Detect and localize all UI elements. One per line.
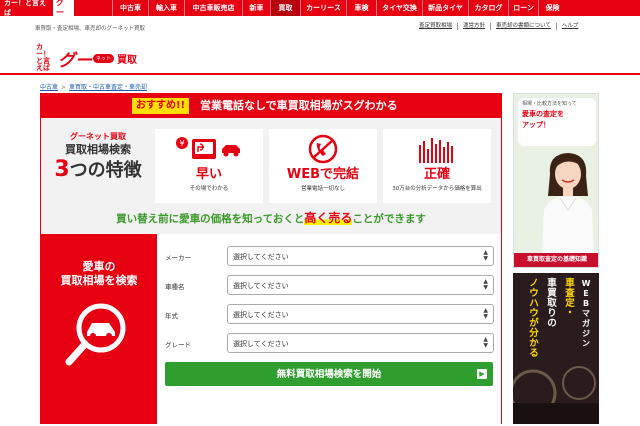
grade-label: グレード	[165, 341, 191, 349]
site-logo[interactable]: カー！と言えば グー	[0, 0, 74, 18]
no-phone-icon	[269, 134, 377, 164]
nav-item-new-car[interactable]: 新車	[242, 0, 270, 16]
feature-card-accurate: 正確 30万台の分析データから価格を算出	[383, 129, 491, 203]
nav-item-tire-change[interactable]: タイヤ交換	[376, 0, 422, 16]
brand-car-text: カー！と言えば	[36, 43, 50, 72]
grade-select[interactable]: 選択してください ▲ ▼	[227, 333, 494, 353]
features-title: グーネット買取 買取相場検索 3つの特徴	[49, 132, 147, 182]
feature-card-web: WEBで完結 営業電話一切なし	[269, 129, 377, 203]
features-title-rest: つの特徴	[69, 160, 142, 181]
grade-select-value: 選択してください	[233, 340, 289, 348]
nav-item-loan[interactable]: ローン	[508, 0, 538, 16]
brand-kaitori-text: 買取	[117, 54, 138, 66]
breadcrumb-used-car[interactable]: 中古車	[40, 84, 58, 91]
goo-net-kaitori-logo[interactable]: カー！と言えば グー ネット 買取	[36, 44, 137, 72]
model-label: 車種名	[165, 283, 185, 291]
sub-header: 車買取・査定相場、車売却のグーネット買取 査定買取相場 運営方針 車売却の書類に…	[0, 16, 640, 38]
feature-web-title: WEBで完結	[286, 167, 360, 182]
woman-illustration	[536, 148, 598, 254]
form-row-grade: グレード 選択してください ▲ ▼	[165, 333, 495, 353]
updown-arrows-icon: ▲ ▼	[483, 278, 488, 291]
nav-item-kaitori[interactable]: 買取	[270, 0, 300, 16]
link-policy[interactable]: 運営方針	[457, 23, 490, 30]
year-select[interactable]: 選択してください ▲ ▼	[227, 304, 494, 324]
updown-arrows-icon: ▲ ▼	[483, 336, 488, 349]
maker-select-value: 選択してください	[233, 253, 289, 261]
nav-item-new-tire[interactable]: 新品タイヤ	[422, 0, 468, 16]
nav-item-insurance[interactable]: 保険	[538, 0, 566, 16]
bar-chart-icon	[383, 134, 491, 164]
brand-goo-text: グー	[58, 50, 92, 71]
search-panel-label: 愛車の 買取相場を検索	[41, 234, 157, 424]
year-label: 年式	[165, 312, 178, 320]
form-row-maker: メーカー 選択してください ▲ ▼	[165, 246, 495, 266]
form-row-model: 車種名 選択してください ▲ ▼	[165, 275, 495, 295]
breadcrumb: 中古車 > 車買取・中古車査定・車売却	[40, 82, 147, 91]
ad2-col4: WEBマガジン	[581, 279, 591, 348]
search-submit-button[interactable]: 無料買取相場検索を開始 ▶	[165, 362, 493, 386]
tagline-before: 買い替え前に愛車の価格を知っておくと	[116, 213, 305, 225]
feature-fast-desc: その場でわかる	[189, 186, 229, 192]
features-title-line3: 3つの特徴	[49, 159, 147, 182]
link-documents[interactable]: 車売却の書類について	[490, 23, 556, 30]
ad1-line2: 愛車の査定を	[522, 110, 564, 118]
search-panel-title-line1: 愛車の	[82, 260, 116, 273]
search-panel-title-line2: 買取相場を検索	[60, 274, 138, 287]
search-panel-title: 愛車の 買取相場を検索	[41, 260, 157, 288]
nav-item-car-lease[interactable]: カーリース	[300, 0, 346, 16]
tagline-highlight: 高く売る	[304, 211, 353, 225]
fast-icon: ¥	[155, 134, 263, 164]
form-row-year: 年式 選択してください ▲ ▼	[165, 304, 495, 324]
headline-band: おすすめ!! 営業電話なしで車買取相場がスグわかる	[41, 94, 501, 118]
feature-accurate-title: 正確	[423, 167, 450, 182]
features-title-line1: グーネット買取	[70, 132, 126, 141]
site-description: 車買取・査定相場、車売却のグーネット買取	[35, 26, 146, 32]
chevron-right-icon: ▶	[477, 369, 487, 379]
feature-web-desc: 営業電話一切なし	[300, 186, 345, 192]
tagline: 買い替え前に愛車の価格を知っておくと高く売ることができます	[41, 211, 501, 226]
ad1-line1: 相場・比較方法を知って	[522, 101, 577, 107]
model-select[interactable]: 選択してください ▲ ▼	[227, 275, 494, 295]
brand-net-badge: ネット	[93, 53, 115, 63]
recommend-badge: おすすめ!!	[132, 98, 190, 114]
search-panel: 愛車の 買取相場を検索 メーカー 選択してください ▲ ▼ 車種名 選択してくだ…	[41, 234, 501, 424]
ad1-footer: 車買取査定の基礎知識	[514, 253, 598, 267]
nav-item-dealer[interactable]: 中古車販売店	[184, 0, 242, 16]
web-magazine-banner[interactable]: 車査定・ 車買取りの ノウハウが分かる WEBマガジン	[513, 273, 599, 424]
magnifier-car-icon	[63, 298, 135, 370]
ad1-speech-bubble: 相場・比較方法を知って 愛車の査定を アップ！	[518, 98, 596, 146]
feature-card-fast: ¥ 早い その場でわかる	[155, 129, 263, 203]
feature-accurate-desc: 30万台の分析データから価格を算出	[392, 186, 482, 192]
year-select-value: 選択してください	[233, 311, 289, 319]
nav-items: 中古車 輸入車 中古車販売店 新車 買取 カーリース 車検 タイヤ交換 新品タイ…	[112, 0, 566, 16]
features-count: 3	[54, 157, 70, 182]
breadcrumb-separator: >	[61, 84, 67, 91]
nav-item-used-car[interactable]: 中古車	[112, 0, 148, 16]
nav-item-catalog[interactable]: カタログ	[468, 0, 508, 16]
link-help[interactable]: ヘルプ	[555, 23, 584, 30]
maker-select[interactable]: 選択してください ▲ ▼	[227, 246, 494, 266]
feature-search-box: おすすめ!! 営業電話なしで車買取相場がスグわかる グーネット買取 買取相場検索…	[40, 93, 502, 424]
model-select-value: 選択してください	[233, 282, 289, 290]
features-title-line2: 買取相場検索	[65, 143, 131, 156]
ad2-col3: ノウハウが分かる	[529, 278, 539, 359]
ad1-line3: アップ！	[522, 121, 550, 129]
nav-item-import-car[interactable]: 輸入車	[148, 0, 184, 16]
ad2-col2: 車買取りの	[547, 278, 557, 329]
updown-arrows-icon: ▲ ▼	[483, 249, 488, 262]
tagline-after: ことができます	[352, 213, 426, 225]
header-divider	[0, 73, 640, 75]
top-navigation: カー！と言えば グー 中古車 輸入車 中古車販売店 新車 買取 カーリース 車検…	[0, 0, 640, 18]
search-submit-label: 無料買取相場検索を開始	[276, 369, 382, 380]
kaitori-basics-banner[interactable]: 相場・比較方法を知って 愛車の査定を アップ！ 車買取査定の基礎知識	[513, 93, 599, 268]
maker-label: メーカー	[165, 254, 191, 262]
utility-links: 査定買取相場 運営方針 車売却の書類について ヘルプ	[414, 23, 583, 30]
headline-text: 営業電話なしで車買取相場がスグわかる	[200, 99, 398, 112]
breadcrumb-kaitori[interactable]: 車買取・中古車査定・車売却	[69, 84, 147, 91]
updown-arrows-icon: ▲ ▼	[483, 307, 488, 320]
nav-item-shaken[interactable]: 車検	[346, 0, 376, 16]
link-market-price[interactable]: 査定買取相場	[414, 23, 457, 30]
svg-text:¥: ¥	[179, 139, 184, 148]
feature-fast-title: 早い	[195, 167, 222, 182]
